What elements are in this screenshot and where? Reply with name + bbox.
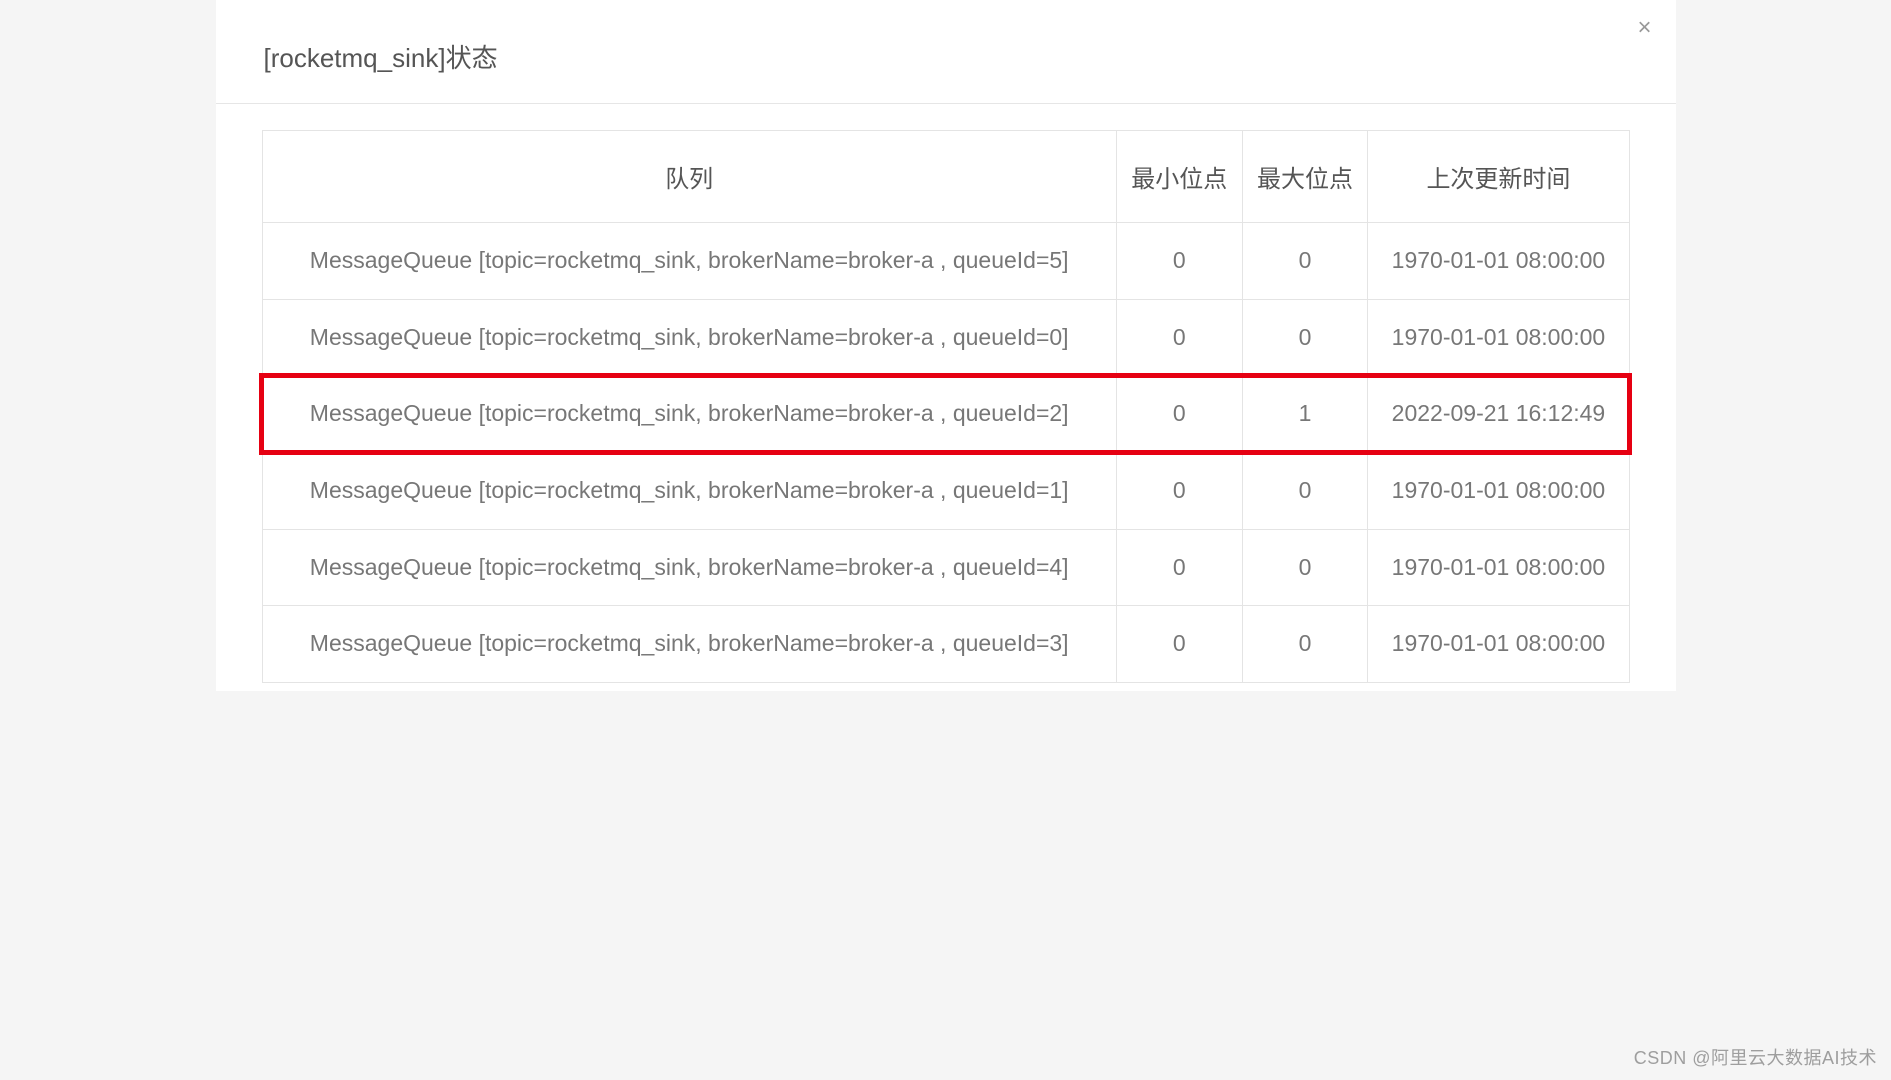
cell-max-offset: 0: [1242, 452, 1368, 529]
cell-last-update: 1970-01-01 08:00:00: [1368, 452, 1629, 529]
cell-max-offset: 0: [1242, 529, 1368, 606]
cell-min-offset: 0: [1116, 606, 1242, 683]
table-row: MessageQueue [topic=rocketmq_sink, broke…: [262, 529, 1629, 606]
queue-status-table: 队列 最小位点 最大位点 上次更新时间 MessageQueue [topic=…: [262, 130, 1630, 683]
cell-last-update: 2022-09-21 16:12:49: [1368, 376, 1629, 453]
cell-last-update: 1970-01-01 08:00:00: [1368, 223, 1629, 300]
table-row: MessageQueue [topic=rocketmq_sink, broke…: [262, 606, 1629, 683]
status-modal: × [rocketmq_sink]状态 队列 最小位点 最大位点 上次更新时间: [216, 0, 1676, 691]
modal-title: [rocketmq_sink]状态: [264, 38, 1628, 75]
close-icon[interactable]: ×: [1638, 18, 1658, 38]
cell-min-offset: 0: [1116, 223, 1242, 300]
table-row: MessageQueue [topic=rocketmq_sink, broke…: [262, 223, 1629, 300]
watermark: CSDN @阿里云大数据AI技术: [1634, 1044, 1877, 1070]
cell-last-update: 1970-01-01 08:00:00: [1368, 606, 1629, 683]
cell-queue: MessageQueue [topic=rocketmq_sink, broke…: [262, 529, 1116, 606]
cell-queue: MessageQueue [topic=rocketmq_sink, broke…: [262, 299, 1116, 376]
cell-max-offset: 0: [1242, 223, 1368, 300]
col-header-queue: 队列: [262, 131, 1116, 223]
cell-min-offset: 0: [1116, 376, 1242, 453]
cell-queue: MessageQueue [topic=rocketmq_sink, broke…: [262, 376, 1116, 453]
table-row: MessageQueue [topic=rocketmq_sink, broke…: [262, 452, 1629, 529]
col-header-max-offset: 最大位点: [1242, 131, 1368, 223]
col-header-min-offset: 最小位点: [1116, 131, 1242, 223]
table-row: MessageQueue [topic=rocketmq_sink, broke…: [262, 376, 1629, 453]
modal-body: 队列 最小位点 最大位点 上次更新时间 MessageQueue [topic=…: [216, 104, 1676, 691]
cell-last-update: 1970-01-01 08:00:00: [1368, 529, 1629, 606]
cell-max-offset: 0: [1242, 606, 1368, 683]
modal-header: [rocketmq_sink]状态: [216, 0, 1676, 104]
cell-last-update: 1970-01-01 08:00:00: [1368, 299, 1629, 376]
cell-min-offset: 0: [1116, 529, 1242, 606]
table-header-row: 队列 最小位点 最大位点 上次更新时间: [262, 131, 1629, 223]
cell-queue: MessageQueue [topic=rocketmq_sink, broke…: [262, 606, 1116, 683]
cell-max-offset: 1: [1242, 376, 1368, 453]
table-row: MessageQueue [topic=rocketmq_sink, broke…: [262, 299, 1629, 376]
cell-min-offset: 0: [1116, 299, 1242, 376]
cell-queue: MessageQueue [topic=rocketmq_sink, broke…: [262, 223, 1116, 300]
col-header-last-update: 上次更新时间: [1368, 131, 1629, 223]
cell-max-offset: 0: [1242, 299, 1368, 376]
cell-min-offset: 0: [1116, 452, 1242, 529]
cell-queue: MessageQueue [topic=rocketmq_sink, broke…: [262, 452, 1116, 529]
